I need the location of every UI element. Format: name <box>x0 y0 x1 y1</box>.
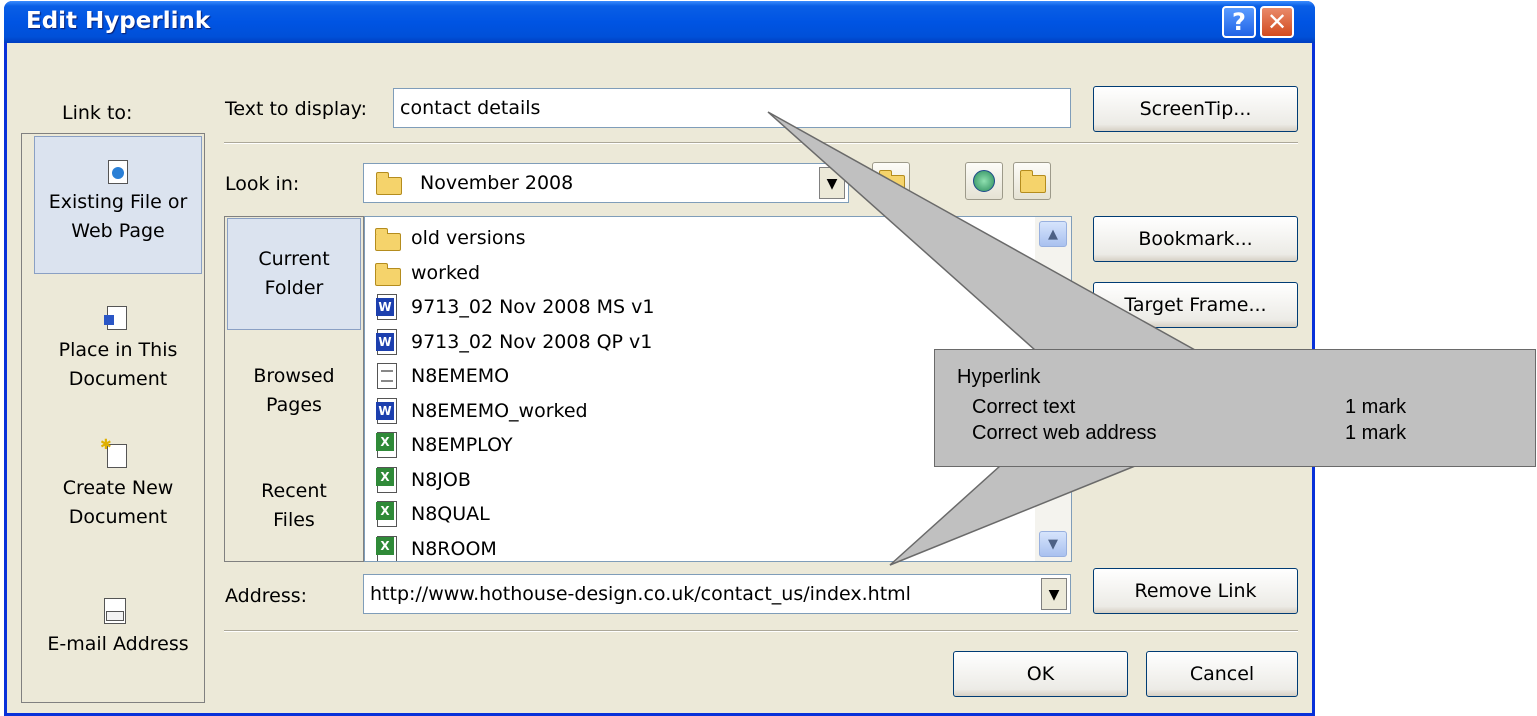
annotation-heading: Hyperlink <box>957 366 1041 388</box>
annotation-box: Hyperlink Correct text 1 mark Correct we… <box>934 349 1536 467</box>
callout-arrow-to-address <box>889 465 1136 566</box>
annotation-marks-2: 1 mark <box>1345 422 1407 444</box>
annotation-item-1: Correct text <box>972 396 1076 418</box>
annotation-marks-1: 1 mark <box>1345 396 1407 418</box>
callout-arrow-to-text <box>767 111 1198 351</box>
annotation-item-2: Correct web address <box>972 422 1157 444</box>
